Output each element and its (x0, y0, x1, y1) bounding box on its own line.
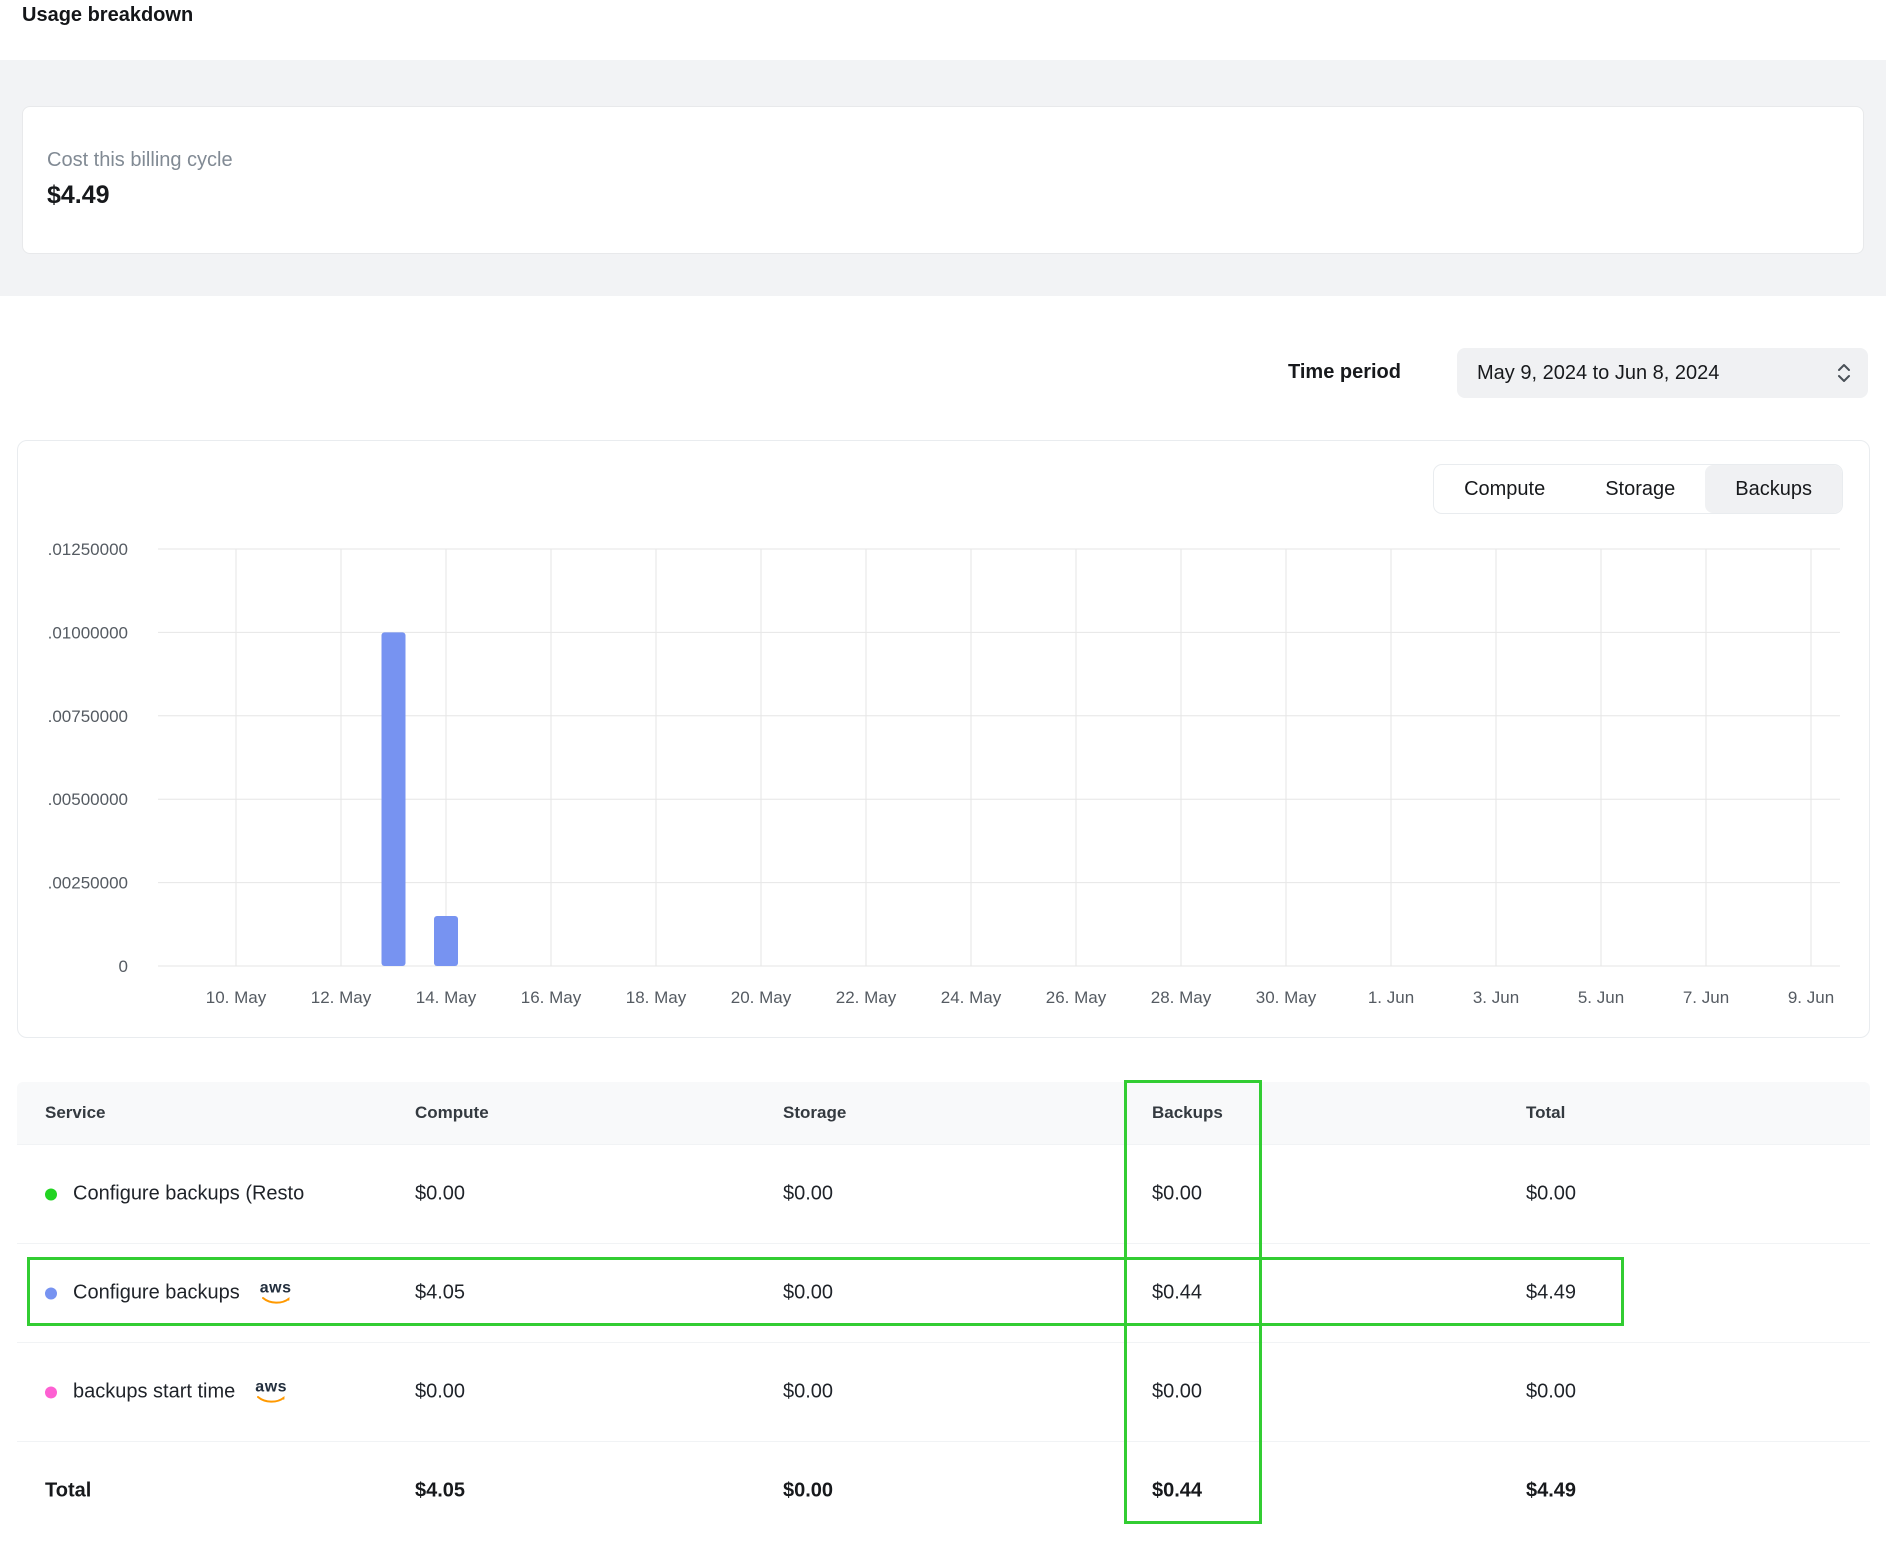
total-value: $4.49 (1526, 1282, 1576, 1305)
svg-text:26. May: 26. May (1046, 988, 1107, 1007)
svg-text:10. May: 10. May (206, 988, 267, 1007)
svg-text:.01000000: .01000000 (48, 623, 128, 642)
grand-total: $4.49 (1526, 1479, 1576, 1502)
table-total-row: Total $4.05 $0.00 $0.44 $4.49 (17, 1441, 1870, 1539)
cost-card: Cost this billing cycle $4.49 (22, 106, 1864, 254)
cost-card-label: Cost this billing cycle (47, 147, 1863, 173)
usage-bar-chart: 0 .00250000 .00500000 .00750000 .01000000 .01… (18, 441, 1869, 1037)
tab-storage[interactable]: Storage (1575, 465, 1705, 513)
cost-card-value: $4.49 (47, 181, 1863, 210)
storage-value: $0.00 (783, 1282, 833, 1305)
svg-text:20. May: 20. May (731, 988, 792, 1007)
service-cell: Configure backups aws (45, 1281, 292, 1306)
page-title: Usage breakdown (22, 4, 193, 27)
total-label: Total (45, 1479, 91, 1502)
series-dot (45, 1287, 57, 1299)
compute-total: $4.05 (415, 1479, 465, 1502)
time-period-label: Time period (1288, 360, 1401, 384)
backups-value: $0.44 (1152, 1282, 1202, 1305)
table-row: Configure backups aws $4.05 $0.00 $0.44 … (17, 1243, 1870, 1342)
svg-text:18. May: 18. May (626, 988, 687, 1007)
table-row: backups start time aws $0.00 $0.00 $0.00… (17, 1342, 1870, 1441)
backups-value: $0.00 (1152, 1183, 1202, 1206)
service-cell: Configure backups (Resto (45, 1183, 304, 1206)
backups-value: $0.00 (1152, 1381, 1202, 1404)
time-period-value: May 9, 2024 to Jun 8, 2024 (1477, 362, 1719, 385)
svg-text:.01250000: .01250000 (48, 540, 128, 559)
header-compute: Compute (415, 1103, 489, 1123)
usage-table: Service Compute Storage Backups Total Co… (17, 1082, 1870, 1539)
total-value: $0.00 (1526, 1381, 1576, 1404)
header-total: Total (1526, 1103, 1565, 1123)
backups-total: $0.44 (1152, 1479, 1202, 1502)
svg-text:1. Jun: 1. Jun (1368, 988, 1414, 1007)
usage-chart-panel: 0 .00250000 .00500000 .00750000 .01000000 .01… (17, 440, 1870, 1038)
time-period-select[interactable]: May 9, 2024 to Jun 8, 2024 (1457, 348, 1868, 398)
aws-icon: aws (260, 1281, 292, 1306)
table-header-row: Service Compute Storage Backups Total (17, 1082, 1870, 1144)
header-storage: Storage (783, 1103, 846, 1123)
svg-text:12. May: 12. May (311, 988, 372, 1007)
series-dot (45, 1386, 57, 1398)
storage-value: $0.00 (783, 1381, 833, 1404)
compute-value: $4.05 (415, 1282, 465, 1305)
svg-text:7. Jun: 7. Jun (1683, 988, 1729, 1007)
storage-value: $0.00 (783, 1183, 833, 1206)
svg-text:28. May: 28. May (1151, 988, 1212, 1007)
table-row: Configure backups (Resto $0.00 $0.00 $0.… (17, 1144, 1870, 1243)
compute-value: $0.00 (415, 1183, 465, 1206)
service-name: Configure backups (73, 1282, 240, 1305)
compute-value: $0.00 (415, 1381, 465, 1404)
svg-text:22. May: 22. May (836, 988, 897, 1007)
series-dot (45, 1188, 57, 1200)
svg-text:30. May: 30. May (1256, 988, 1317, 1007)
svg-text:.00500000: .00500000 (48, 790, 128, 809)
chart-tabs: ComputeStorageBackups (1433, 464, 1843, 514)
service-name: backups start time (73, 1381, 235, 1404)
tab-compute[interactable]: Compute (1434, 465, 1575, 513)
svg-text:.00250000: .00250000 (48, 874, 128, 893)
service-name: Configure backups (Resto (73, 1183, 304, 1206)
svg-text:24. May: 24. May (941, 988, 1002, 1007)
service-cell: backups start time aws (45, 1380, 287, 1405)
header-backups: Backups (1152, 1103, 1223, 1123)
svg-text:14. May: 14. May (416, 988, 477, 1007)
svg-text:3. Jun: 3. Jun (1473, 988, 1519, 1007)
total-value: $0.00 (1526, 1183, 1576, 1206)
tab-backups[interactable]: Backups (1705, 465, 1842, 513)
svg-text:5. Jun: 5. Jun (1578, 988, 1624, 1007)
svg-text:.00750000: .00750000 (48, 707, 128, 726)
chevron-updown-icon (1836, 362, 1852, 384)
header-service: Service (45, 1103, 106, 1123)
svg-text:16. May: 16. May (521, 988, 582, 1007)
svg-text:0: 0 (119, 957, 128, 976)
aws-icon: aws (255, 1380, 287, 1405)
storage-total: $0.00 (783, 1479, 833, 1502)
svg-text:9. Jun: 9. Jun (1788, 988, 1834, 1007)
